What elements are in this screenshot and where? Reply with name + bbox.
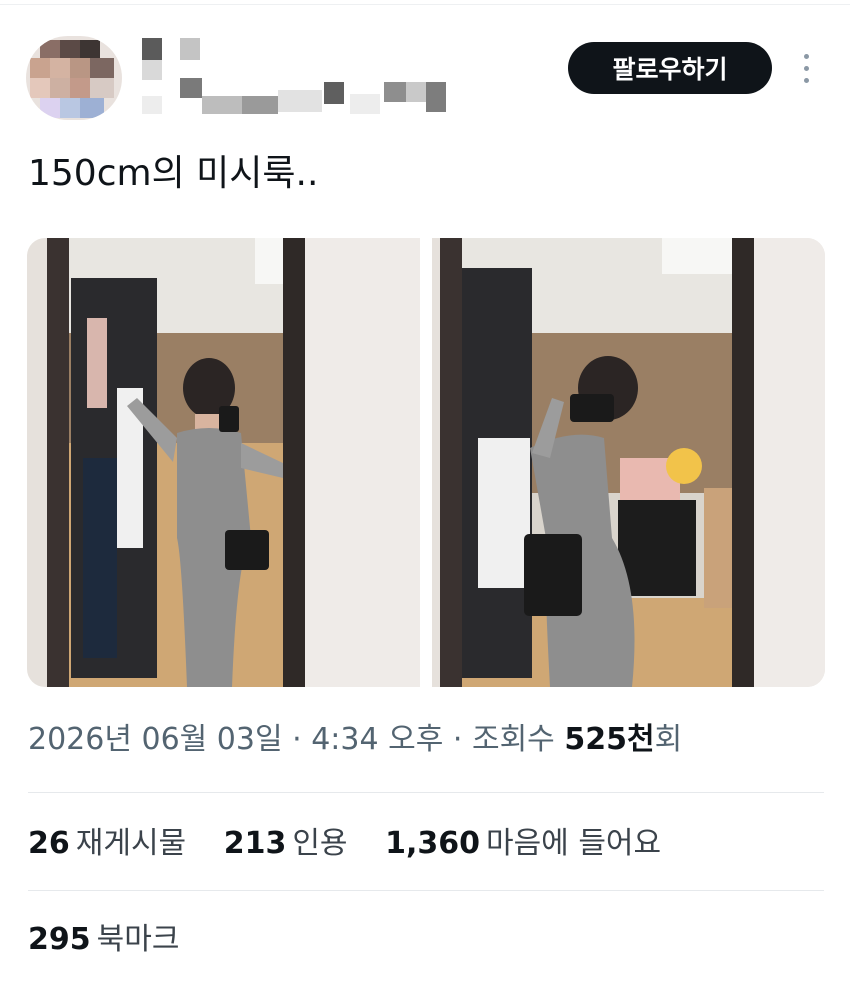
meta-separator: · — [292, 722, 302, 757]
tweet-time[interactable]: 4:34 오후 — [311, 722, 443, 757]
tweet-text: 150cm의 미시룩.. — [28, 153, 319, 194]
media-grid — [27, 238, 825, 687]
likes-count: 1,360 — [385, 826, 480, 861]
follow-button[interactable]: 팔로우하기 — [568, 42, 772, 94]
views-label: 조회수 — [471, 722, 555, 757]
engagement-stats: 26 재게시물 213 인용 1,360 마음에 들어요 — [28, 822, 689, 866]
tweet-meta: 2026년 06월 03일 · 4:34 오후 · 조회수 525천회 — [28, 718, 682, 762]
bookmarks-stat[interactable]: 295 북마크 — [28, 918, 179, 962]
user-name-pixelated[interactable] — [140, 38, 446, 118]
views-count: 525천 — [564, 722, 655, 757]
quotes-stat[interactable]: 213 인용 — [224, 822, 348, 866]
divider — [28, 890, 824, 891]
photo-mirror-selfie-front[interactable] — [27, 238, 420, 687]
reposts-count: 26 — [28, 826, 70, 861]
more-vertical-icon[interactable] — [794, 48, 818, 88]
quotes-label: 인용 — [292, 826, 348, 861]
top-divider — [0, 4, 850, 5]
views-suffix: 회 — [654, 722, 683, 757]
reposts-label: 재게시물 — [75, 826, 187, 861]
likes-label: 마음에 들어요 — [485, 826, 662, 861]
divider — [28, 792, 824, 793]
bookmarks-label: 북마크 — [96, 922, 180, 957]
photo-mirror-selfie-side[interactable] — [432, 238, 825, 687]
likes-stat[interactable]: 1,360 마음에 들어요 — [385, 822, 661, 866]
tweet-date[interactable]: 2026년 06월 03일 — [28, 722, 283, 757]
quotes-count: 213 — [223, 826, 287, 861]
bookmarks-count: 295 — [28, 922, 91, 957]
meta-separator: · — [452, 722, 463, 757]
reposts-stat[interactable]: 26 재게시물 — [28, 822, 186, 866]
pixelated-avatar-icon[interactable] — [26, 36, 122, 120]
